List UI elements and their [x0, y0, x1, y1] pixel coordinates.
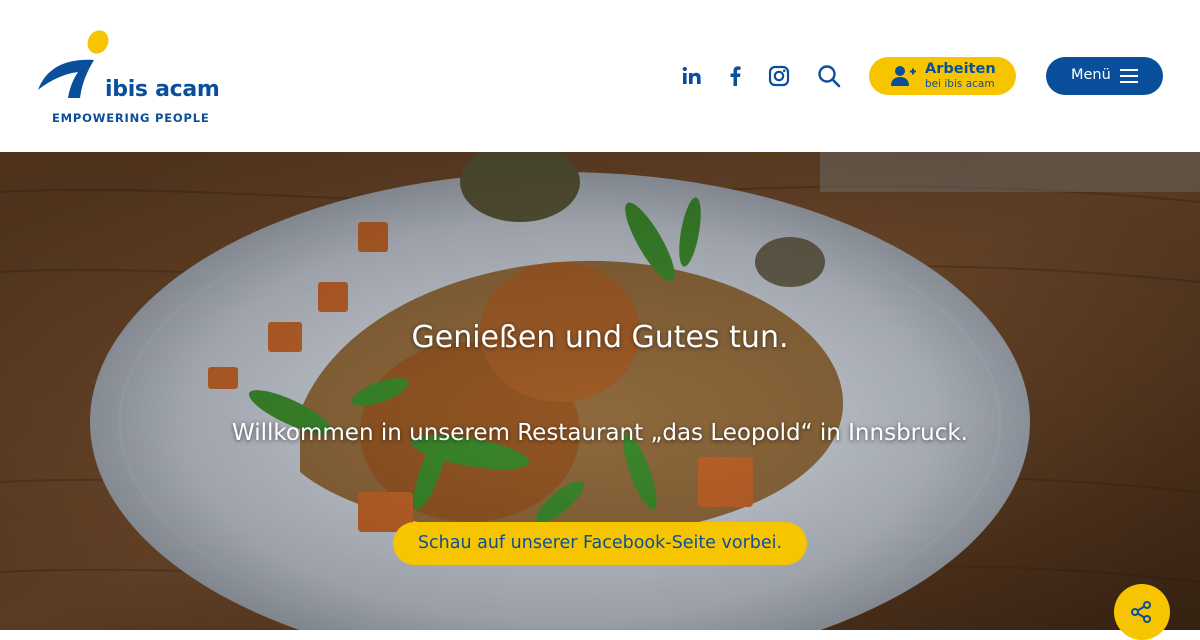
instagram-icon[interactable] — [765, 62, 793, 90]
hamburger-icon — [1120, 69, 1138, 83]
menu-button-label: Menü — [1071, 67, 1111, 83]
site-header: ibis acam EMPOWERING PEOPLE Arbeiten bei… — [0, 0, 1200, 152]
logo-name: ibis acam — [105, 77, 220, 102]
logo[interactable]: ibis acam EMPOWERING PEOPLE — [36, 30, 236, 130]
ibis-logo-mark-icon — [38, 30, 109, 98]
hero-title: Genießen und Gutes tun. — [411, 320, 789, 355]
facebook-icon[interactable] — [721, 62, 749, 90]
linkedin-icon[interactable] — [678, 62, 706, 90]
logo-tagline: EMPOWERING PEOPLE — [52, 111, 210, 125]
share-icon — [1131, 601, 1151, 623]
hero-section: Genießen und Gutes tun. Willkommen in un… — [0, 152, 1200, 630]
search-icon[interactable] — [815, 62, 843, 90]
share-button[interactable] — [1114, 584, 1170, 640]
jobs-button-label: Arbeiten — [925, 61, 996, 77]
facebook-cta-button[interactable]: Schau auf unserer Facebook-Seite vorbei. — [393, 522, 807, 565]
hero-subtitle: Willkommen in unserem Restaurant „das Le… — [232, 420, 968, 446]
user-plus-icon — [891, 66, 916, 86]
menu-button[interactable]: Menü — [1046, 57, 1163, 95]
jobs-button-sublabel: bei ibis acam — [925, 78, 995, 90]
jobs-button[interactable]: Arbeiten bei ibis acam — [869, 57, 1016, 95]
